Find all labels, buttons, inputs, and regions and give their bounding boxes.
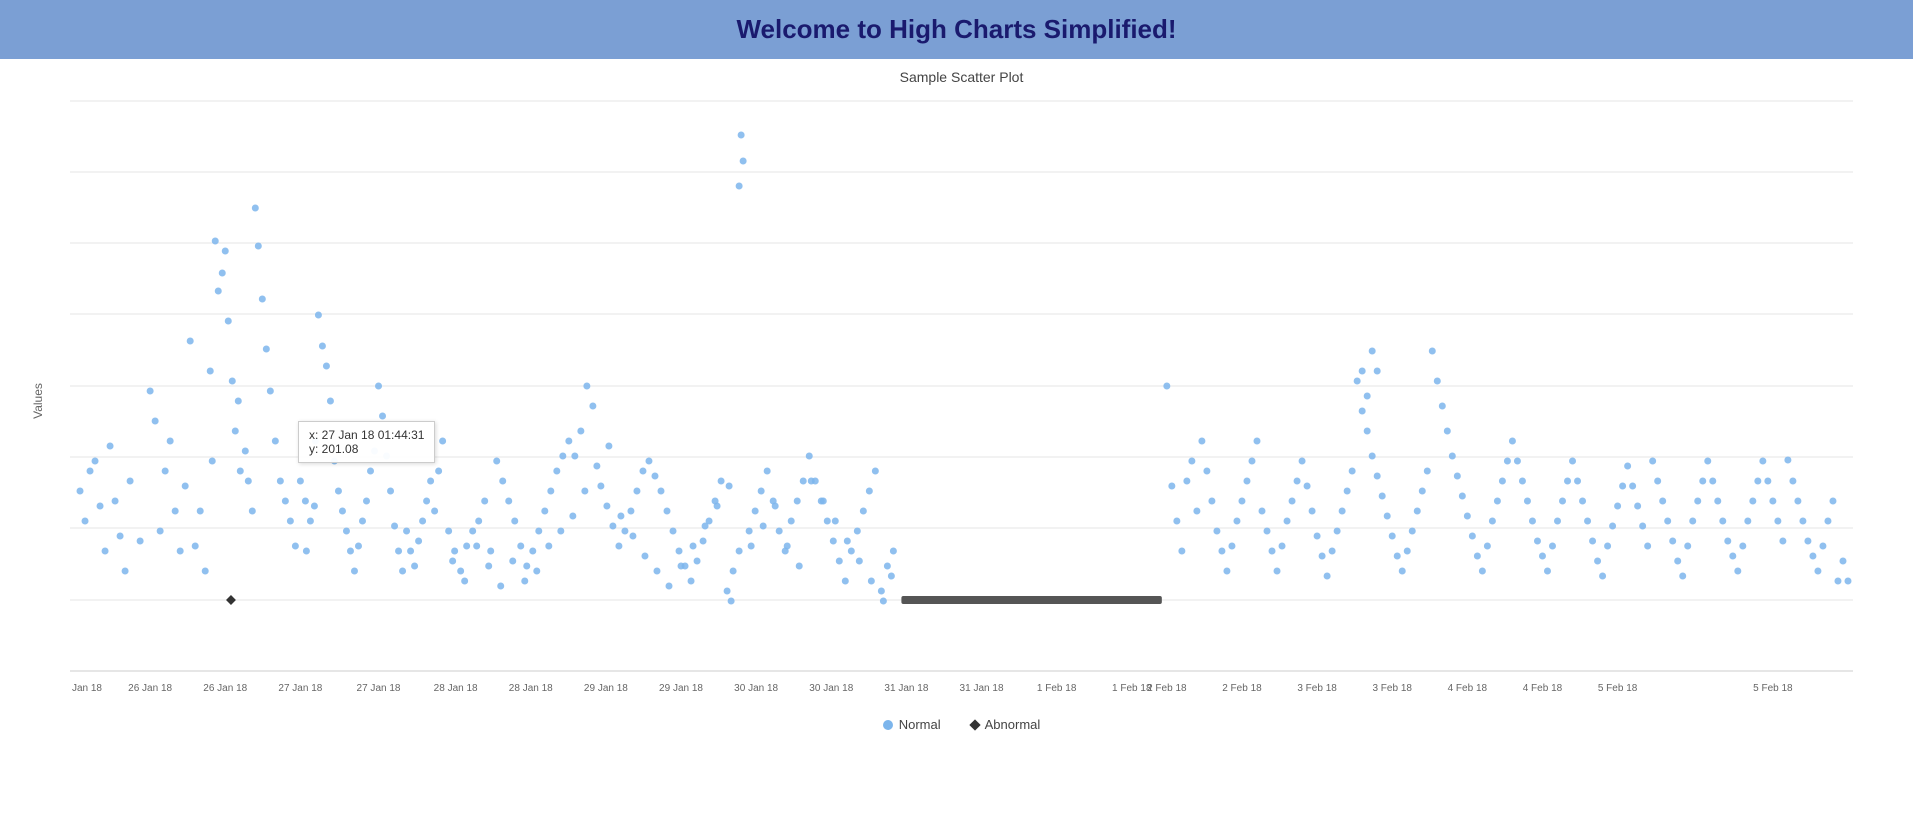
svg-text:28 Jan 18: 28 Jan 18 bbox=[434, 683, 478, 694]
svg-text:31 Jan 18: 31 Jan 18 bbox=[960, 683, 1004, 694]
chart-area: Values 700 600 500 400 300 200 bbox=[70, 91, 1853, 711]
legend-normal-icon bbox=[883, 720, 893, 730]
legend-abnormal-label: Abnormal bbox=[985, 717, 1041, 732]
svg-text:28 Jan 18: 28 Jan 18 bbox=[509, 683, 553, 694]
svg-text:4 Feb 18: 4 Feb 18 bbox=[1448, 683, 1488, 694]
svg-text:3 Feb 18: 3 Feb 18 bbox=[1297, 683, 1337, 694]
legend-normal: Normal bbox=[883, 717, 941, 732]
svg-text:4 Feb 18: 4 Feb 18 bbox=[1523, 683, 1563, 694]
svg-text:1 Feb 18: 1 Feb 18 bbox=[1112, 683, 1152, 694]
y-axis-label: Values bbox=[31, 383, 45, 419]
svg-text:29 Jan 18: 29 Jan 18 bbox=[659, 683, 703, 694]
svg-text:29 Jan 18: 29 Jan 18 bbox=[584, 683, 628, 694]
svg-text:27 Jan 18: 27 Jan 18 bbox=[357, 683, 401, 694]
legend-normal-label: Normal bbox=[899, 717, 941, 732]
chart-legend: Normal Abnormal bbox=[70, 717, 1853, 732]
page-title: Welcome to High Charts Simplified! bbox=[0, 14, 1913, 45]
svg-text:2 Feb 18: 2 Feb 18 bbox=[1147, 683, 1187, 694]
svg-text:30 Jan 18: 30 Jan 18 bbox=[734, 683, 778, 694]
svg-text:26 Jan 18: 26 Jan 18 bbox=[203, 683, 247, 694]
chart-svg: 700 600 500 400 300 200 100 0 -100 bbox=[70, 91, 1853, 711]
svg-text:2 Feb 18: 2 Feb 18 bbox=[1222, 683, 1262, 694]
svg-text:31 Jan 18: 31 Jan 18 bbox=[884, 683, 928, 694]
svg-text:1 Feb 18: 1 Feb 18 bbox=[1037, 683, 1077, 694]
chart-title: Sample Scatter Plot bbox=[70, 69, 1853, 85]
legend-abnormal-icon bbox=[969, 719, 980, 730]
gap-bar bbox=[901, 596, 1161, 604]
svg-text:27 Jan 18: 27 Jan 18 bbox=[278, 683, 322, 694]
abnormal-point-1 bbox=[226, 595, 236, 605]
legend-abnormal: Abnormal bbox=[971, 717, 1041, 732]
svg-text:5 Feb 18: 5 Feb 18 bbox=[1598, 683, 1638, 694]
svg-text:25 Jan 18: 25 Jan 18 bbox=[70, 683, 102, 694]
svg-text:3 Feb 18: 3 Feb 18 bbox=[1372, 683, 1412, 694]
page-header: Welcome to High Charts Simplified! bbox=[0, 0, 1913, 59]
svg-text:26 Jan 18: 26 Jan 18 bbox=[128, 683, 172, 694]
chart-container: Sample Scatter Plot Values 700 600 500 4 bbox=[0, 59, 1913, 809]
svg-text:5 Feb 18: 5 Feb 18 bbox=[1753, 683, 1793, 694]
svg-text:30 Jan 18: 30 Jan 18 bbox=[809, 683, 853, 694]
